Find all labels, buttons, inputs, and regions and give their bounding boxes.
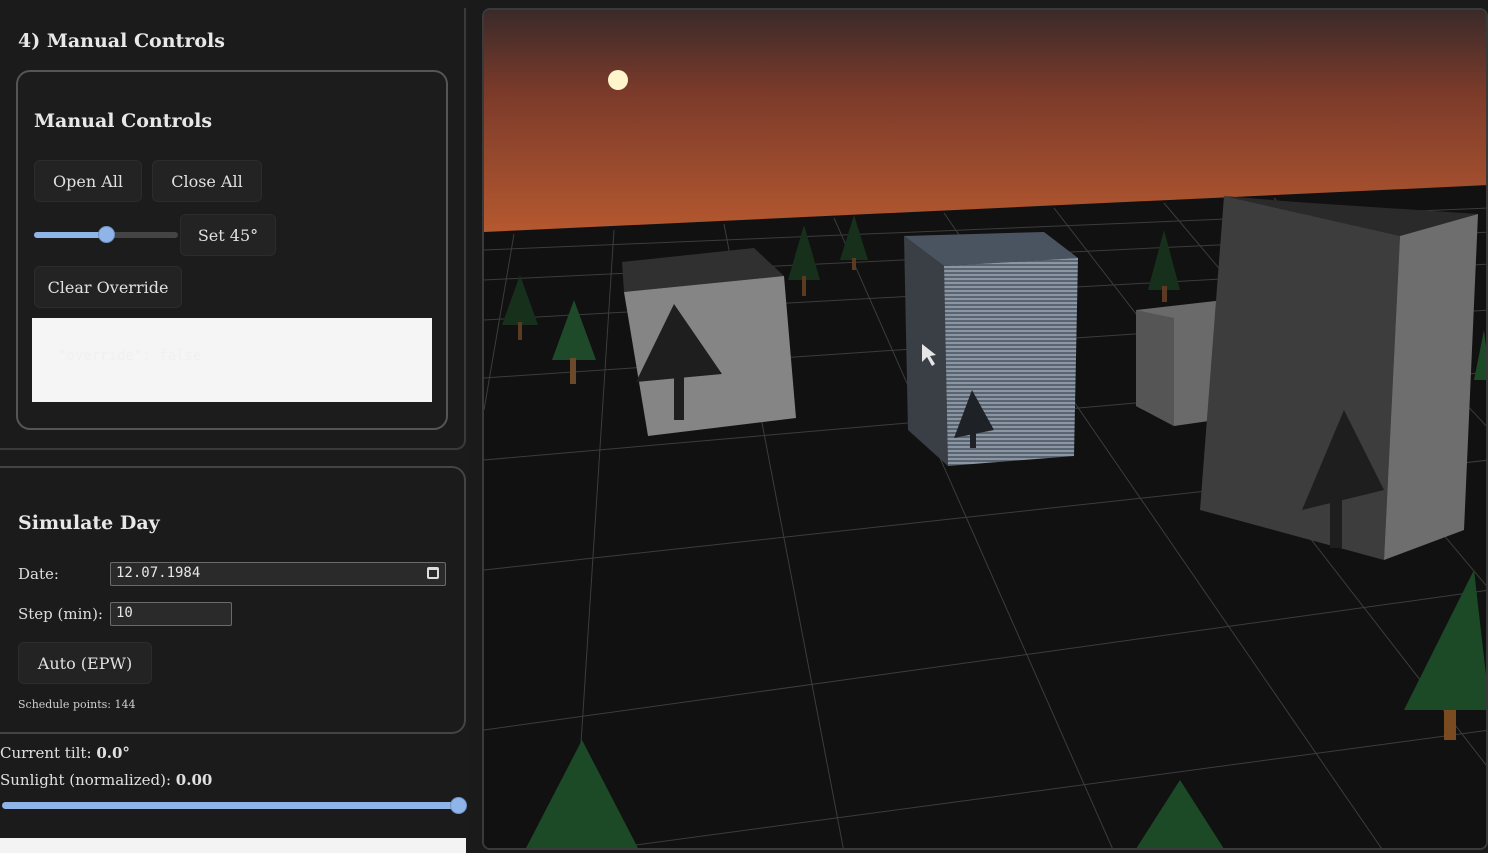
building-middle [904,232,1078,466]
tilt-label: Current tilt: [0,744,92,762]
scene-canvas[interactable] [484,10,1488,850]
step-input[interactable]: 10 [110,602,232,626]
sidebar: 4) Manual Controls Manual Controls Open … [0,0,468,853]
set-angle-button[interactable]: Set 45° [180,214,276,256]
manual-controls-section: 4) Manual Controls Manual Controls Open … [0,8,466,450]
calendar-icon[interactable] [427,567,439,579]
section-title: 4) Manual Controls [18,30,225,52]
date-value: 12.07.1984 [116,565,201,581]
status-output: "override": false [32,318,432,402]
building-right [1200,196,1478,560]
auto-epw-button[interactable]: Auto (EPW) [18,642,152,684]
bottom-output-bar [0,838,466,853]
sunlight-label: Sunlight (normalized): [0,771,172,789]
angle-slider[interactable] [34,226,178,243]
simulate-day-title: Simulate Day [18,512,160,534]
close-all-button[interactable]: Close All [152,160,262,202]
clear-override-button[interactable]: Clear Override [34,266,182,308]
angle-slider-thumb[interactable] [98,226,115,243]
manual-controls-card: Manual Controls Open All Close All Set 4… [16,70,448,430]
sunlight-slider[interactable] [2,802,460,809]
angle-slider-fill [34,232,106,238]
current-tilt: Current tilt: 0.0° [0,744,130,762]
step-value: 10 [116,605,133,621]
sun-icon [608,70,628,90]
sunlight-slider-thumb[interactable] [450,797,467,814]
date-label: Date: [18,565,59,583]
date-input[interactable]: 12.07.1984 [110,562,446,586]
tilt-value: 0.0° [96,744,130,762]
schedule-points: Schedule points: 144 [18,698,136,711]
manual-controls-title: Manual Controls [34,110,213,132]
3d-viewport[interactable] [482,8,1488,850]
open-all-button[interactable]: Open All [34,160,142,202]
simulate-day-section: Simulate Day Date: 12.07.1984 Step (min)… [0,466,466,734]
building-left [622,248,796,436]
sunlight-value: 0.00 [175,771,213,789]
step-label: Step (min): [18,605,103,623]
sunlight-normalized: Sunlight (normalized): 0.00 [0,771,212,789]
